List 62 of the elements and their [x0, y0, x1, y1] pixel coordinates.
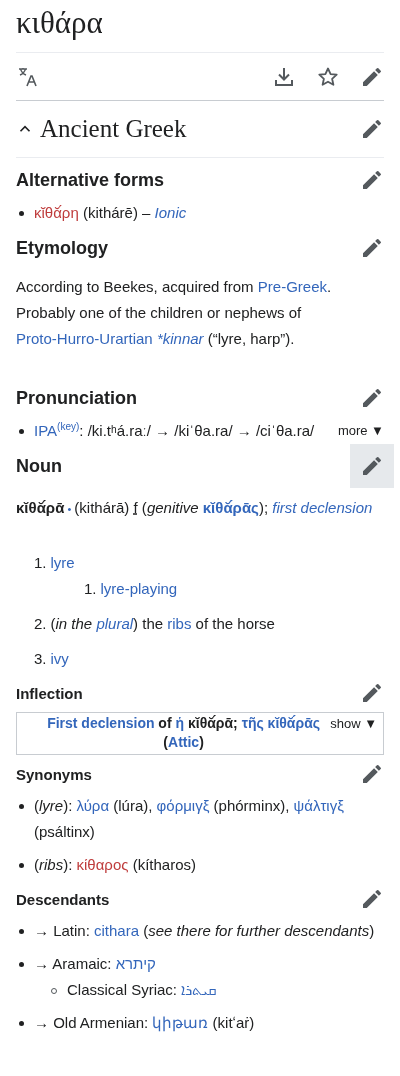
more-toggle[interactable]: more ▼ — [337, 418, 384, 444]
link[interactable]: Ionic — [154, 204, 187, 221]
paragraph: κῐθᾰ́ρᾱ • (kithárā) f (genitive κῐθᾰ́ρᾱς); first declension — [16, 498, 374, 518]
link[interactable]: קיתרא — [115, 955, 156, 972]
headword: κῐθᾰ́ρᾱ — [16, 499, 65, 516]
list-item-text: → Latin: cithara (see there for further descendants) — [34, 921, 376, 941]
link[interactable]: ܩܝܬܪܐ — [181, 981, 218, 998]
bullet-dot — [19, 211, 24, 216]
list-item-text: κῐθᾰ́ρη (kithárē) – Ionic — [34, 203, 188, 223]
link[interactable]: Proto-Hurro-Urartian — [16, 330, 153, 347]
edit-icon[interactable] — [360, 117, 384, 141]
link[interactable]: (key) — [57, 421, 80, 432]
list-number: 3. — [34, 649, 47, 669]
link[interactable]: λύρα — [76, 797, 110, 814]
link[interactable]: ἡ — [175, 715, 185, 731]
link[interactable]: κῐθᾰ́ρᾱς — [202, 499, 259, 516]
section-heading: Pronunciation — [16, 387, 137, 409]
link[interactable]: κῐθᾰ́ρη — [34, 204, 79, 221]
bullet-dot — [19, 962, 24, 967]
list-item-text: → Old Armenian: կիթառ (kitʻaṙ) — [34, 1013, 256, 1034]
table-title: First declension of ἡ κῐθᾰ́ρᾱ; τῆς κῐθᾰ́ρᾱς (Attic) — [46, 714, 322, 752]
page-title: κιθάρα — [16, 0, 384, 53]
section-heading: Alternative forms — [16, 169, 165, 191]
section-heading: Descendants — [16, 890, 110, 908]
list-number: 1. — [84, 579, 97, 599]
language-heading[interactable]: Ancient Greek — [40, 115, 187, 143]
link[interactable]: first declension — [272, 499, 373, 516]
bullet-dot — [19, 804, 24, 809]
section-heading: Noun — [16, 455, 62, 477]
list-item-text: (ribs): κίθαρος (kítharos) — [34, 855, 197, 875]
gender-abbreviation[interactable]: f — [133, 499, 138, 516]
link[interactable]: Attic — [168, 734, 200, 750]
section-heading: Etymology — [16, 237, 108, 259]
show-toggle[interactable]: show ▼ — [330, 714, 377, 733]
link[interactable]: ribs — [167, 615, 192, 632]
list-number: 1. — [34, 553, 47, 573]
link[interactable]: κίθαρος — [76, 856, 129, 873]
link[interactable]: IPA — [34, 422, 58, 439]
definition: (in the plural) the ribs of the horse — [50, 614, 275, 634]
section-heading: Synonyms — [16, 765, 92, 783]
link[interactable]: τῆς κῐθᾰ́ρᾱς — [241, 715, 321, 731]
link[interactable]: ψάλτιγξ — [293, 797, 344, 814]
list-number: 2. — [34, 614, 47, 634]
link[interactable]: plural — [96, 615, 134, 632]
paragraph: According to Beekes, acquired from Pre-Greek. Probably one of the children or nephews of Proto-Hurro-Urartian *kinnar (“lyre, harp”). — [16, 277, 333, 349]
link[interactable]: cithara — [94, 922, 140, 939]
link[interactable]: *kinnar — [156, 330, 204, 347]
link[interactable]: Pre-Greek — [257, 278, 327, 295]
link[interactable]: կիթառ — [152, 1014, 209, 1031]
link[interactable]: φόρμιγξ — [156, 797, 210, 814]
list-item-text: IPA$^{(key)}$: /ki.tʰá.raː/ → /kiˈθa.ra/ → /ciˈθa.ra/ — [34, 420, 316, 441]
bullet-dot — [19, 863, 24, 868]
link[interactable]: lyre-playing — [100, 580, 178, 597]
list-item-text: (lyre): λύρα (lúra), φόρμιγξ (phórminx), ψάλτιγξ (psáltinx) — [34, 796, 345, 842]
bullet-dot — [19, 929, 24, 934]
link[interactable]: ivy — [50, 650, 69, 667]
link[interactable]: lyre — [50, 554, 75, 571]
bullet-dot — [19, 1021, 24, 1026]
edit-icon[interactable] — [350, 444, 394, 488]
link[interactable]: First declension — [47, 715, 155, 731]
section-heading: Inflection — [16, 684, 83, 702]
bullet-dot — [19, 429, 24, 434]
